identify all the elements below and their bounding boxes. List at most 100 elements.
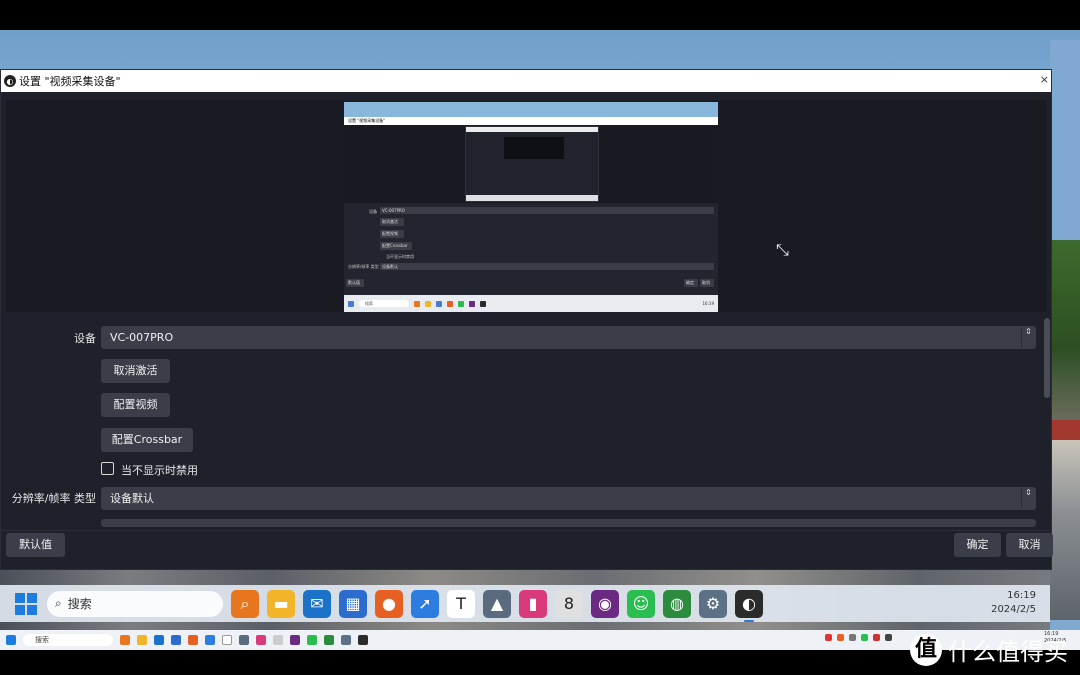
taskbar: ⌕ 搜索 ⌕ ▬ ✉ ▦ ● ➚ T ▲ ▮ 8 ◉ ☺ ◍ ⚙ ◐ 16:19 2024/2/5 [0, 585, 1050, 622]
eight-app-icon[interactable]: 8 [555, 589, 583, 618]
obs-logo-icon: ◐ [4, 75, 16, 87]
tray-icon[interactable] [825, 634, 832, 641]
device-value: VC-007PRO [110, 331, 174, 344]
search-placeholder: 搜索 [67, 597, 92, 611]
preview-app-icon [480, 300, 486, 307]
resize-cursor-icon: ⤡ [776, 240, 789, 259]
secondary-app-icon[interactable] [341, 635, 351, 645]
preview-sky [344, 102, 718, 117]
preview-taskbar: 搜索 16:19 [344, 295, 718, 312]
resolution-type-select[interactable]: 设备默认 ⇕ [101, 487, 1036, 510]
wallpaper-trees [1050, 240, 1080, 420]
pink-app-icon[interactable]: ▮ [519, 589, 547, 618]
media-player-icon[interactable]: ◉ [591, 589, 619, 618]
preview-search: 搜索 [359, 300, 409, 307]
cancel-button[interactable]: 取消 [1006, 533, 1053, 557]
typora-icon[interactable]: T [447, 589, 475, 618]
clock-time: 16:19 [1007, 590, 1036, 601]
video-preview: 设置 "视频采集设备" 设备 VC-007PRO 取消激活 配置视频 配置Cro… [6, 100, 1046, 312]
windows-start-icon[interactable] [15, 592, 37, 615]
secondary-app-icon[interactable] [222, 635, 232, 645]
taskbar-search[interactable]: ⌕ 搜索 [47, 590, 223, 617]
device-label: 设备 [74, 332, 96, 345]
taskbar-apps: ⌕ ▬ ✉ ▦ ● ➚ T ▲ ▮ 8 ◉ ☺ ◍ ⚙ ◐ [231, 589, 763, 622]
disable-when-hidden-label: 当不显示时禁用 [121, 464, 198, 477]
secondary-app-icon[interactable] [171, 635, 181, 645]
secondary-app-icon[interactable] [154, 635, 164, 645]
dialog-titlebar[interactable]: ◐ 设置 "视频采集设备" × [1, 70, 1051, 92]
smzdm-watermark: 值 什么值得买 [910, 632, 1068, 667]
secondary-app-icon[interactable] [307, 635, 317, 645]
preview-checkbox-label: 当不显示时禁用 [386, 254, 414, 259]
globe-download-icon[interactable]: ◍ [663, 589, 691, 618]
settings-dialog: ◐ 设置 "视频采集设备" × 设置 "视频采集设备" 设备 VC-007PRO… [0, 69, 1053, 570]
preview-app-icon [414, 300, 420, 307]
clock-date: 2024/2/5 [991, 604, 1036, 615]
mountain-app-icon[interactable]: ▲ [483, 589, 511, 618]
scrollbar-thumb[interactable] [1044, 318, 1050, 398]
wechat-icon[interactable]: ☺ [627, 589, 655, 618]
preview-title: 设置 "视频采集设备" [344, 117, 718, 125]
preview-res-field: 设备默认 [380, 263, 714, 270]
secondary-app-icon[interactable] [120, 635, 130, 645]
defaults-button[interactable]: 默认值 [6, 533, 65, 557]
nested-taskbar [466, 195, 598, 201]
close-icon[interactable]: × [1040, 73, 1049, 86]
chevron-updown-icon: ⇕ [1021, 488, 1035, 509]
ok-button[interactable]: 确定 [954, 533, 1001, 557]
tray-icon[interactable] [861, 634, 868, 641]
preview-defaults-button: 默认值 [346, 279, 364, 287]
wallpaper-right-strip [1050, 40, 1080, 630]
obs-icon[interactable]: ◐ [735, 589, 763, 622]
disable-when-hidden-checkbox[interactable] [101, 462, 114, 475]
secondary-app-icon[interactable] [188, 635, 198, 645]
store-icon[interactable]: ▦ [339, 589, 367, 618]
config-video-button[interactable]: 配置视频 [101, 393, 170, 417]
secondary-app-icon[interactable] [290, 635, 300, 645]
preview-clock: 16:19 [702, 301, 714, 306]
search-app-icon[interactable]: ⌕ [231, 589, 259, 618]
watermark-text: 什么值得买 [948, 638, 1068, 666]
file-explorer-icon[interactable]: ▬ [267, 589, 295, 618]
secondary-app-icon[interactable] [358, 635, 368, 645]
resolution-type-label: 分辨率/帧率 类型 [11, 492, 96, 505]
preview-device-field: VC-007PRO [380, 207, 714, 214]
preview-app-icon [425, 300, 431, 307]
secondary-app-icon[interactable] [205, 635, 215, 645]
preview-res-label: 分辨率/帧率 类型 [348, 264, 379, 269]
preview-start-icon [348, 300, 354, 307]
preview-ok-button: 确定 [684, 279, 698, 287]
preview-app-icon [447, 300, 453, 307]
secondary-app-icon[interactable] [239, 635, 249, 645]
next-field-partial[interactable] [101, 519, 1036, 527]
tray-icon[interactable] [873, 634, 880, 641]
preview-deactivate-button: 取消激活 [380, 218, 404, 226]
secondary-search[interactable]: 搜索 [23, 634, 113, 646]
secondary-app-icon[interactable] [137, 635, 147, 645]
preview-device-label: 设备 [369, 209, 377, 214]
device-select[interactable]: VC-007PRO ⇕ [101, 326, 1036, 349]
tray-icon[interactable] [885, 634, 892, 641]
system-tray [825, 634, 892, 641]
secondary-app-icon[interactable] [256, 635, 266, 645]
settings-icon[interactable]: ⚙ [699, 589, 727, 618]
preview-nested-monitor [465, 126, 599, 202]
search-icon: ⌕ [55, 596, 62, 610]
tray-icon[interactable] [849, 634, 856, 641]
deactivate-button[interactable]: 取消激活 [101, 359, 170, 383]
secondary-start-icon[interactable] [6, 635, 16, 645]
footer-divider [1, 530, 1051, 531]
firefox-icon[interactable]: ● [375, 589, 403, 618]
preview-app-icon [469, 300, 475, 307]
mail-icon[interactable]: ✉ [303, 589, 331, 618]
preview-config-crossbar-button: 配置Crossbar [380, 242, 412, 250]
secondary-app-icon[interactable] [273, 635, 283, 645]
thunder-icon[interactable]: ➚ [411, 589, 439, 618]
resolution-type-value: 设备默认 [110, 492, 154, 505]
dialog-title: 设置 "视频采集设备" [19, 75, 121, 88]
secondary-app-icon[interactable] [324, 635, 334, 645]
config-crossbar-button[interactable]: 配置Crossbar [101, 428, 193, 452]
preview-app-icon [458, 300, 464, 307]
taskbar-clock[interactable]: 16:19 2024/2/5 [991, 589, 1036, 617]
tray-icon[interactable] [837, 634, 844, 641]
